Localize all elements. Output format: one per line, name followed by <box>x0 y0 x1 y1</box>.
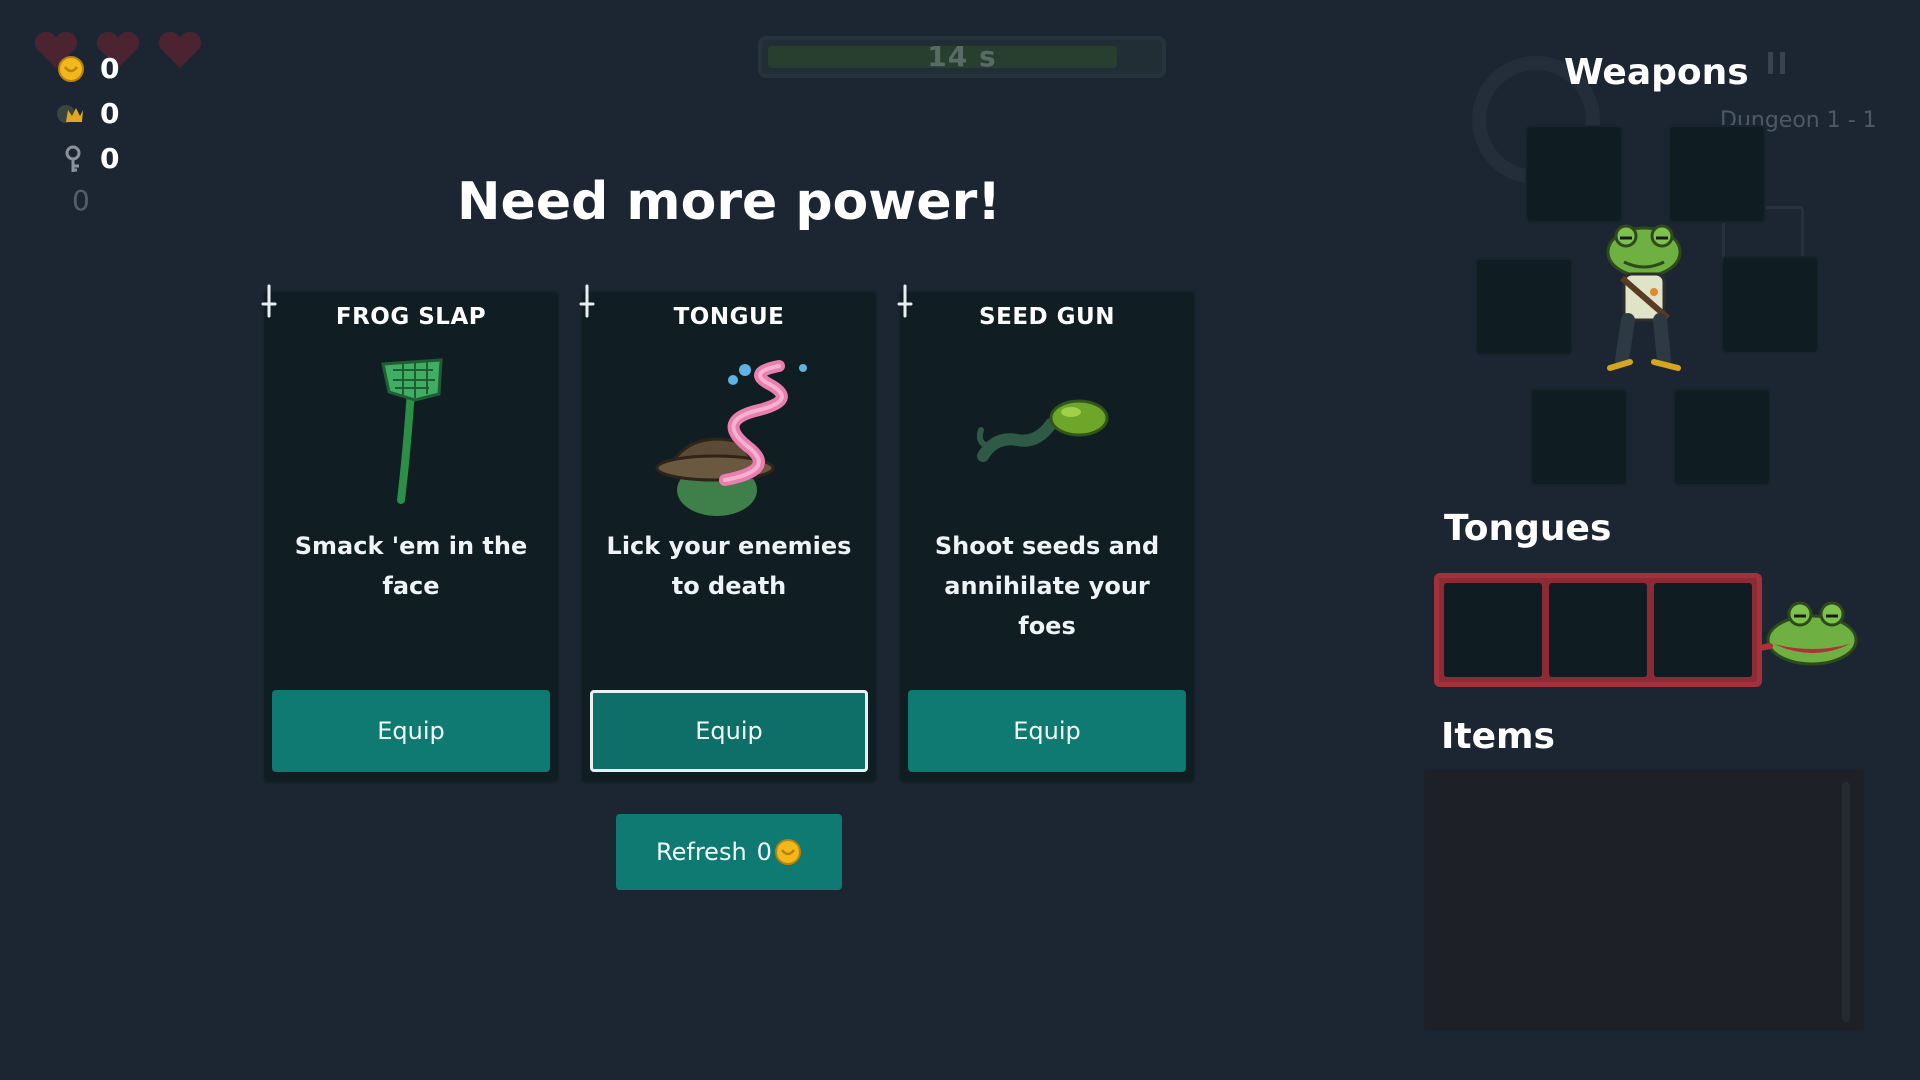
weapons-heading: Weapons <box>1564 52 1749 93</box>
weapon-slot[interactable] <box>1721 256 1819 354</box>
frog-head-icon <box>1760 601 1858 666</box>
card-description: Smack 'em in the face <box>294 532 528 600</box>
timer-text: 14 s <box>927 40 997 73</box>
tongue-slots <box>1434 573 1762 687</box>
tongue-slot[interactable] <box>1549 583 1647 677</box>
card-description: Lick your enemies to death <box>606 532 852 600</box>
coin-icon <box>56 54 86 84</box>
key-count: 0 <box>100 142 120 175</box>
equip-button[interactable]: Equip <box>908 690 1186 772</box>
pause-icon[interactable] <box>1768 52 1785 74</box>
items-list[interactable] <box>1424 770 1864 1030</box>
crown-count: 0 <box>100 97 120 130</box>
seed-gun-icon <box>976 399 1109 462</box>
items-scrollbar[interactable] <box>1842 782 1850 1022</box>
frog-character-icon <box>1606 224 1682 371</box>
tongue-icon <box>655 360 807 516</box>
refresh-button[interactable]: Refresh 0 <box>616 814 842 890</box>
extra-counter: 0 <box>72 184 90 217</box>
crown-icon <box>56 99 86 129</box>
weapon-card-tongue: TONGUE Lick your enemies to death Equip <box>579 284 878 784</box>
extra-count: 0 <box>72 184 90 217</box>
weapon-card-frog-slap: FROG SLAP Smack 'em in the face Equip <box>261 284 560 784</box>
card-description: Shoot seeds and annihilate your foes <box>934 532 1160 640</box>
weapon-slot[interactable] <box>1673 388 1771 486</box>
key-icon <box>56 144 86 174</box>
card-name: FROG SLAP <box>335 304 487 330</box>
refresh-cost: 0 <box>756 838 772 866</box>
tongues-heading: Tongues <box>1444 508 1612 549</box>
heart-icon <box>158 31 202 68</box>
tongue-slot[interactable] <box>1654 583 1752 677</box>
items-heading: Items <box>1441 716 1555 757</box>
crown-counter: 0 <box>56 97 119 130</box>
fly-swatter-icon <box>381 358 443 504</box>
equip-button[interactable]: Equip <box>590 690 868 772</box>
weapon-slot[interactable] <box>1668 125 1766 223</box>
card-name: SEED GUN <box>979 304 1115 330</box>
coin-counter: 0 <box>56 52 119 85</box>
coin-count: 0 <box>100 52 120 85</box>
coin-icon <box>774 839 801 865</box>
card-name: TONGUE <box>673 304 785 330</box>
weapon-card-seed-gun: SEED GUN Shoot seeds and annihilate your… <box>897 284 1196 784</box>
weapon-slot[interactable] <box>1525 125 1623 223</box>
refresh-label: Refresh <box>656 838 747 866</box>
shop-title: Need more power! <box>457 172 1001 232</box>
key-counter: 0 <box>56 142 119 175</box>
weapon-slot[interactable] <box>1530 388 1628 486</box>
equip-button[interactable]: Equip <box>272 690 550 772</box>
tongue-slot[interactable] <box>1444 583 1542 677</box>
wave-timer: 14 s <box>758 36 1166 78</box>
weapon-slot[interactable] <box>1475 258 1573 356</box>
